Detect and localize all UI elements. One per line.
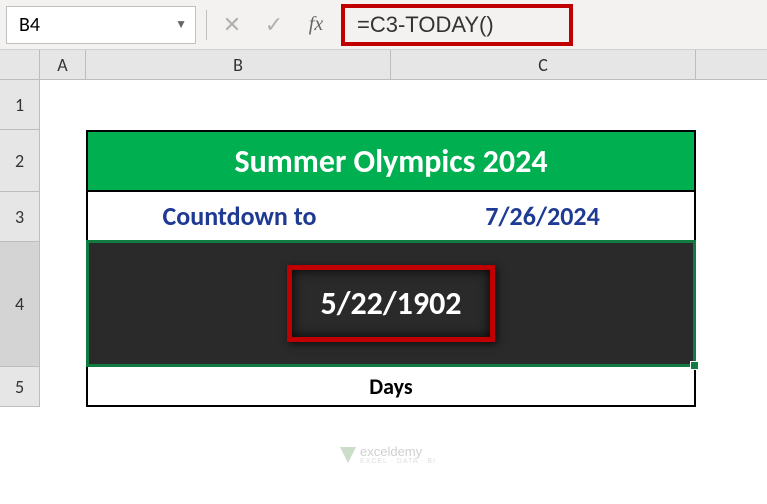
formula-bar: B4 ▼ ✕ ✓ fx bbox=[0, 0, 767, 50]
row-header-3[interactable]: 3 bbox=[0, 192, 40, 242]
fill-handle[interactable] bbox=[690, 361, 699, 370]
watermark-logo-icon bbox=[340, 447, 356, 463]
countdown-label-cell[interactable]: Countdown to bbox=[88, 192, 391, 240]
countdown-row: Countdown to 7/26/2024 bbox=[86, 192, 696, 242]
watermark: exceldemy EXCEL · DATA · BI bbox=[340, 445, 436, 465]
countdown-label-text: Countdown to bbox=[163, 200, 317, 232]
result-cell[interactable]: 5/22/1902 bbox=[86, 242, 696, 367]
divider bbox=[206, 10, 207, 40]
confirm-button[interactable]: ✓ bbox=[253, 6, 295, 44]
column-headers: A B C bbox=[0, 50, 767, 80]
formula-input[interactable] bbox=[357, 12, 557, 38]
cells-area[interactable]: Summer Olympics 2024 Countdown to 7/26/2… bbox=[40, 80, 767, 407]
watermark-brand: exceldemy bbox=[360, 445, 436, 458]
grid-body: 1 2 3 4 5 Summer Olympics 2024 Countdown… bbox=[0, 80, 767, 407]
sheet-content: Summer Olympics 2024 Countdown to 7/26/2… bbox=[86, 130, 696, 407]
name-box-dropdown-icon[interactable]: ▼ bbox=[175, 17, 187, 32]
fx-button[interactable]: fx bbox=[295, 6, 337, 44]
column-header-C[interactable]: C bbox=[391, 50, 696, 79]
watermark-tagline: EXCEL · DATA · BI bbox=[360, 458, 436, 465]
formula-highlight bbox=[341, 4, 573, 46]
watermark-text: exceldemy EXCEL · DATA · BI bbox=[360, 445, 436, 465]
row-header-5[interactable]: 5 bbox=[0, 367, 40, 407]
result-value: 5/22/1902 bbox=[320, 284, 461, 323]
target-date-cell[interactable]: 7/26/2024 bbox=[391, 192, 694, 240]
days-label-cell[interactable]: Days bbox=[86, 367, 696, 407]
row-headers: 1 2 3 4 5 bbox=[0, 80, 40, 407]
cancel-button[interactable]: ✕ bbox=[211, 6, 253, 44]
title-text: Summer Olympics 2024 bbox=[234, 142, 547, 181]
result-highlight: 5/22/1902 bbox=[287, 265, 494, 342]
title-cell[interactable]: Summer Olympics 2024 bbox=[86, 130, 696, 192]
cell-reference: B4 bbox=[19, 13, 40, 37]
row-header-2[interactable]: 2 bbox=[0, 130, 40, 192]
target-date-text: 7/26/2024 bbox=[485, 200, 600, 232]
row-header-4[interactable]: 4 bbox=[0, 242, 40, 367]
column-header-A[interactable]: A bbox=[40, 50, 86, 79]
days-label-text: Days bbox=[369, 373, 412, 400]
select-all-corner[interactable] bbox=[0, 50, 40, 79]
name-box[interactable]: B4 ▼ bbox=[6, 6, 196, 44]
column-header-B[interactable]: B bbox=[86, 50, 391, 79]
row-header-1[interactable]: 1 bbox=[0, 80, 40, 130]
